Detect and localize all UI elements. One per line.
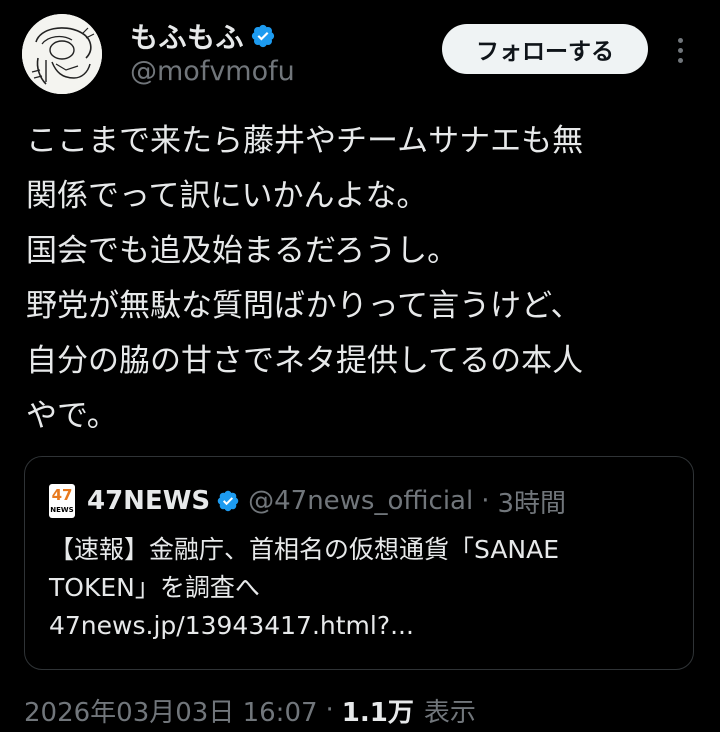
quoted-author-name: 47NEWS <box>87 486 211 516</box>
meta-separator: · <box>325 695 334 725</box>
logo-text: NEWS <box>50 506 74 514</box>
views-count: 1.1万 <box>341 697 414 728</box>
quoted-timestamp: 3時間 <box>497 488 567 519</box>
quoted-separator: · <box>481 486 490 516</box>
tweet-timestamp[interactable]: 2026年03月03日 16:07 <box>24 692 318 729</box>
tweet-text: ここまで来たら藤井やチームサナエも無 関係でって訳にいかんよな。 国会でも追及始… <box>26 123 584 434</box>
follow-button[interactable]: フォローする <box>442 24 648 74</box>
quoted-tweet-card[interactable]: 47 NEWS 47NEWS @47news_official · 3時間 【速… <box>24 456 694 670</box>
author-display-name[interactable]: もふもふ <box>130 16 244 56</box>
author-handle[interactable]: @mofvmofu <box>130 56 295 87</box>
quoted-verified-badge-icon <box>217 490 239 512</box>
quoted-tweet-header: 47 NEWS 47NEWS @47news_official · 3時間 <box>49 481 566 521</box>
verified-badge-icon <box>251 24 275 48</box>
more-options-icon[interactable] <box>668 30 692 70</box>
quoted-tweet-text: 【速報】金融庁、首相名の仮想通貨「SANAE TOKEN」を調査へ 47news… <box>49 535 560 640</box>
quoted-author-handle: @47news_official <box>248 486 474 516</box>
author-avatar[interactable] <box>22 14 102 94</box>
author-info: もふもふ @mofvmofu <box>130 18 295 87</box>
avatar-drawing-icon <box>22 14 102 94</box>
47news-logo-icon: 47 NEWS <box>49 484 75 518</box>
tweet-header: もふもふ @mofvmofu フォローする <box>22 14 702 100</box>
logo-number: 47 <box>51 486 73 504</box>
tweet-meta: 2026年03月03日 16:07 · 1.1万 表示 <box>24 690 476 730</box>
views-label: 表示 <box>423 697 476 728</box>
